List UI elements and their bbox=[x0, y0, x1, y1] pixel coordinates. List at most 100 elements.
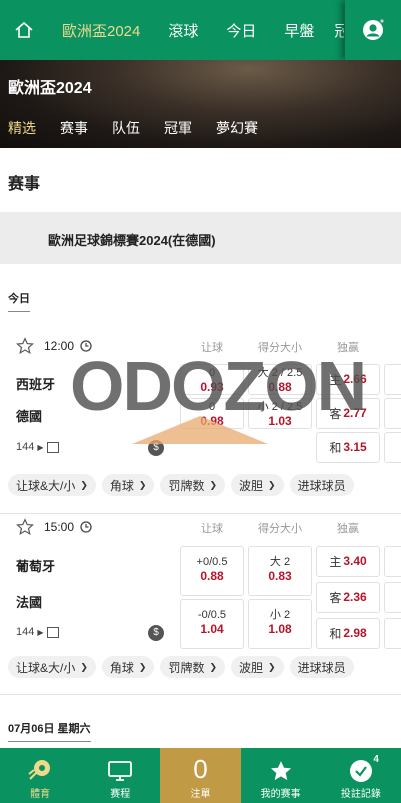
section-header: 赛事 bbox=[0, 148, 401, 212]
banner: 歐洲盃2024 精选 赛事 队伍 冠軍 夢幻賽 bbox=[0, 60, 401, 148]
col-1x2: 独赢 bbox=[337, 523, 359, 535]
odd-handicap-home[interactable]: 0 0.93 bbox=[180, 364, 244, 395]
more-markets[interactable]: 144 ▶ bbox=[16, 626, 59, 638]
chip-corners[interactable]: 角球 ❯ bbox=[101, 474, 155, 496]
odd-extra[interactable] bbox=[384, 582, 401, 613]
match-list: 今日 12:00 让球 得分大小 独赢 西班牙 德國 144 ▶ $ 0 0.93… bbox=[0, 264, 401, 748]
nav-inplay[interactable]: 滾球 bbox=[154, 20, 212, 41]
odd-extra[interactable] bbox=[384, 546, 401, 577]
chevron-down-icon: ❯ bbox=[209, 479, 218, 490]
bottom-nav: 體育 赛程 0 注單 我的赛事 4 投註記錄 bbox=[0, 748, 401, 803]
nav-early[interactable]: 早盤 bbox=[270, 20, 328, 41]
odd-1x2-home[interactable]: 主 2.66 bbox=[316, 364, 380, 395]
odd-1x2-draw[interactable]: 和 2.98 bbox=[316, 618, 380, 649]
star-icon bbox=[270, 761, 291, 781]
check-circle-icon bbox=[349, 760, 372, 782]
chip-handicap-ou[interactable]: 让球&大/小 ❯ bbox=[8, 656, 96, 678]
more-markets[interactable]: 144 ▶ bbox=[16, 441, 59, 453]
away-team: 德國 bbox=[16, 409, 43, 424]
monitor-icon bbox=[108, 761, 133, 781]
bottom-betslip[interactable]: 0 注單 bbox=[160, 748, 241, 803]
clock-icon bbox=[80, 340, 92, 352]
league-header[interactable]: 歐洲足球錦標賽2024(在德國) bbox=[0, 212, 401, 264]
soccer-ball-icon bbox=[28, 760, 51, 780]
chevron-right-icon: ▶ bbox=[37, 627, 44, 637]
betslip-count: 0 bbox=[193, 754, 208, 784]
odd-extra[interactable] bbox=[384, 398, 401, 429]
home-icon[interactable] bbox=[0, 0, 48, 60]
odd-under[interactable]: 小 2 1.08 bbox=[248, 599, 312, 649]
market-chips: 让球&大/小 ❯ 角球 ❯ 罚牌数 ❯ 波胆 ❯ 进球球员 bbox=[8, 656, 360, 678]
banner-title: 歐洲盃2024 bbox=[8, 80, 92, 97]
clock-icon bbox=[80, 521, 92, 533]
tab-teams[interactable]: 队伍 bbox=[112, 118, 140, 138]
tab-featured[interactable]: 精选 bbox=[8, 118, 36, 138]
odd-handicap-away[interactable]: 0 0.98 bbox=[180, 398, 244, 429]
odd-1x2-home[interactable]: 主 3.40 bbox=[316, 546, 380, 577]
user-icon bbox=[363, 19, 384, 40]
chevron-right-icon: ▶ bbox=[37, 442, 44, 452]
chevron-down-icon: ❯ bbox=[80, 479, 88, 490]
odd-under[interactable]: 小 2 / 2.5 1.03 bbox=[248, 398, 312, 429]
chevron-down-icon: ❯ bbox=[268, 661, 276, 672]
chip-goalscorer[interactable]: 进球球员 bbox=[289, 656, 354, 678]
home-team: 西班牙 bbox=[16, 377, 56, 392]
chevron-down-icon: ❯ bbox=[268, 479, 276, 490]
nav-champion[interactable]: 冠 bbox=[328, 20, 344, 41]
odd-extra[interactable] bbox=[384, 432, 401, 463]
col-1x2: 独赢 bbox=[337, 342, 359, 354]
sub-tabs: 精选 赛事 队伍 冠軍 夢幻賽 bbox=[8, 118, 282, 138]
chip-correct-score[interactable]: 波胆 ❯ bbox=[231, 474, 284, 496]
chip-cards[interactable]: 罚牌数 ❯ bbox=[160, 474, 226, 496]
bottom-my-events[interactable]: 我的赛事 bbox=[241, 748, 321, 803]
match-time: 12:00 bbox=[44, 339, 75, 353]
chevron-down-icon: ❯ bbox=[138, 479, 147, 490]
chip-cards[interactable]: 罚牌数 ❯ bbox=[160, 656, 226, 678]
bottom-sports[interactable]: 體育 bbox=[0, 748, 80, 803]
dollar-icon: $ bbox=[148, 440, 164, 456]
odd-over[interactable]: 大 2 0.83 bbox=[248, 546, 312, 596]
bottom-bet-history[interactable]: 4 投註記錄 bbox=[321, 748, 401, 803]
col-over-under: 得分大小 bbox=[258, 523, 302, 535]
chevron-down-icon: ❯ bbox=[209, 661, 218, 672]
chip-corners[interactable]: 角球 ❯ bbox=[101, 656, 155, 678]
bottom-schedule[interactable]: 赛程 bbox=[80, 748, 160, 803]
match-time: 15:00 bbox=[44, 520, 75, 534]
nav-euro2024[interactable]: 歐洲盃2024 bbox=[48, 20, 154, 41]
date-label-today: 今日 bbox=[8, 290, 30, 312]
home-team: 葡萄牙 bbox=[16, 559, 56, 574]
markets-count: 144 bbox=[16, 626, 35, 638]
chip-correct-score[interactable]: 波胆 ❯ bbox=[231, 656, 284, 678]
favorite-star-icon[interactable] bbox=[16, 337, 34, 355]
history-badge: 4 bbox=[373, 754, 379, 765]
top-nav: 歐洲盃2024 滾球 今日 早盤 冠 bbox=[0, 0, 401, 60]
odd-handicap-home[interactable]: +0/0.5 0.88 bbox=[180, 546, 244, 596]
tab-fantasy[interactable]: 夢幻賽 bbox=[216, 118, 258, 138]
chevron-down-icon: ❯ bbox=[138, 661, 147, 672]
section-title: 赛事 bbox=[8, 176, 41, 193]
tab-matches[interactable]: 赛事 bbox=[60, 118, 88, 138]
odd-extra[interactable] bbox=[384, 364, 401, 395]
chip-handicap-ou[interactable]: 让球&大/小 ❯ bbox=[8, 474, 96, 496]
odd-1x2-draw[interactable]: 和 3.15 bbox=[316, 432, 380, 463]
odd-1x2-away[interactable]: 客 2.36 bbox=[316, 582, 380, 613]
market-chips: 让球&大/小 ❯ 角球 ❯ 罚牌数 ❯ 波胆 ❯ 进球球员 bbox=[8, 474, 360, 496]
odd-1x2-away[interactable]: 客 2.77 bbox=[316, 398, 380, 429]
stats-icon bbox=[46, 626, 59, 638]
favorite-star-icon[interactable] bbox=[16, 518, 34, 536]
match-card: 12:00 让球 得分大小 独赢 西班牙 德國 144 ▶ $ 0 0.93 0 … bbox=[0, 334, 401, 514]
dollar-icon: $ bbox=[148, 625, 164, 641]
odd-handicap-away[interactable]: -0/0.5 1.04 bbox=[180, 599, 244, 649]
chevron-down-icon: ❯ bbox=[80, 661, 88, 672]
stats-icon bbox=[46, 441, 59, 453]
nav-today[interactable]: 今日 bbox=[212, 20, 270, 41]
tab-champion[interactable]: 冠軍 bbox=[164, 118, 192, 138]
league-name: 歐洲足球錦標賽2024(在德國) bbox=[48, 233, 216, 248]
user-button[interactable] bbox=[345, 0, 401, 60]
odd-extra[interactable] bbox=[384, 618, 401, 649]
odd-over[interactable]: 大 2 / 2.5 0.88 bbox=[248, 364, 312, 395]
date-label-next: 07月06日 星期六 bbox=[8, 720, 91, 742]
chip-goalscorer[interactable]: 进球球员 bbox=[289, 474, 354, 496]
col-handicap: 让球 bbox=[201, 523, 223, 535]
col-over-under: 得分大小 bbox=[258, 342, 302, 354]
